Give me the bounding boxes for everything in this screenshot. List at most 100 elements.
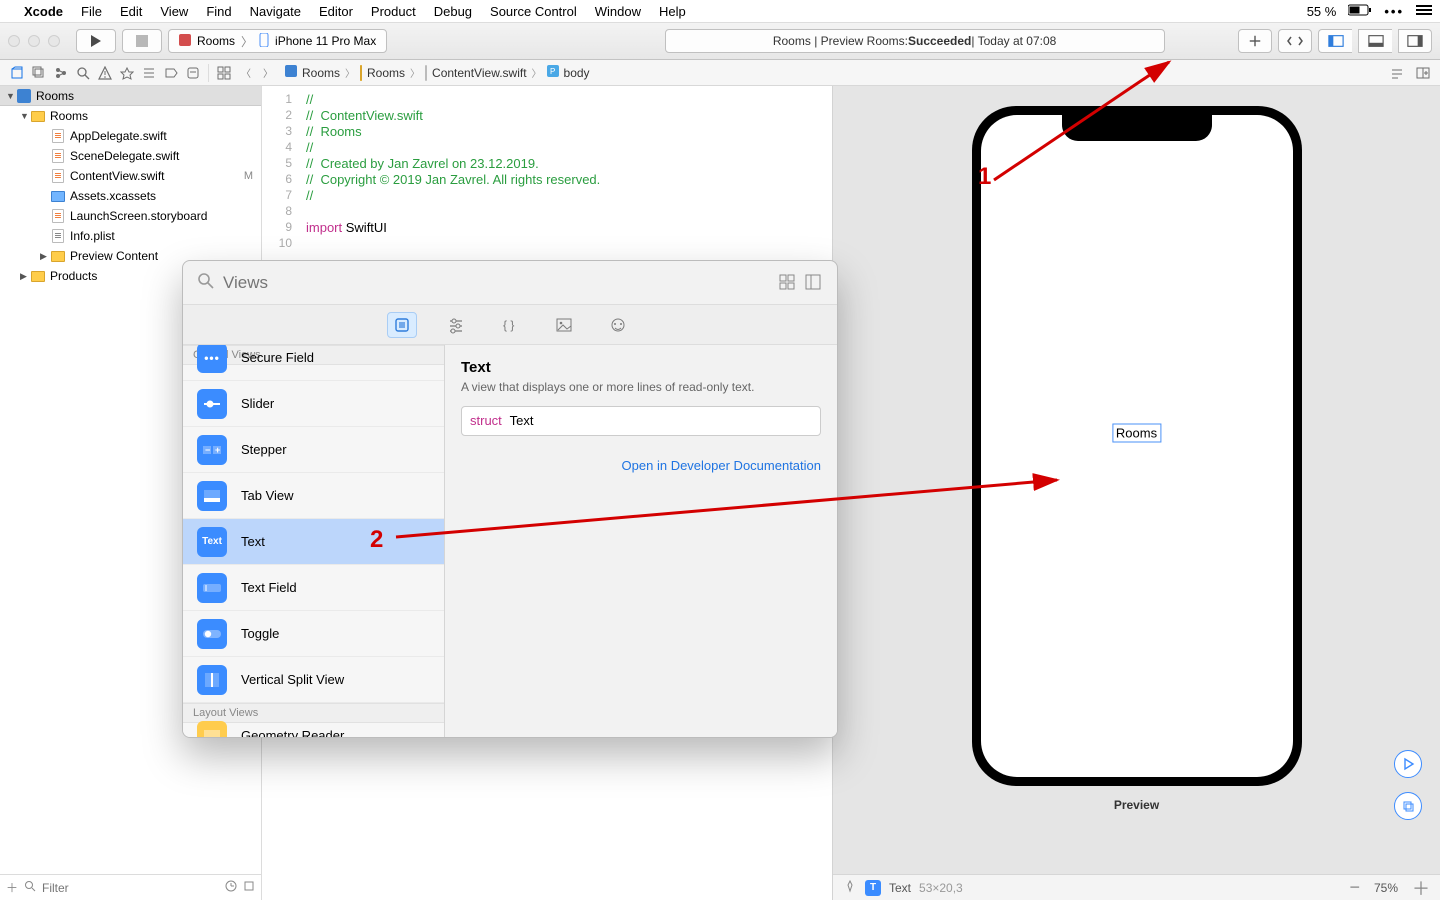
library-item[interactable]: Text Field [183, 565, 444, 611]
zoom-out-button[interactable]: − [1349, 877, 1360, 898]
source-control-navigator-icon[interactable] [28, 62, 50, 84]
add-editor-icon[interactable] [1412, 62, 1434, 84]
toggle-debug-button[interactable] [1358, 29, 1392, 53]
file-icon [30, 268, 46, 284]
pin-preview-icon[interactable] [843, 879, 857, 896]
navigator-row[interactable]: LaunchScreen.storyboard [0, 206, 261, 226]
scheme-device-icon [259, 33, 269, 50]
zoom-in-button[interactable]: ＋ [1412, 875, 1430, 901]
stop-button[interactable] [122, 29, 162, 53]
library-item[interactable]: Vertical Split View [183, 657, 444, 703]
live-preview-button[interactable] [1394, 750, 1422, 778]
breadcrumb[interactable]: Rooms〉 Rooms〉 ContentView.swift〉 P body [285, 65, 590, 80]
menu-file[interactable]: File [81, 4, 102, 19]
library-list[interactable]: Control Views •••Secure FieldSlider−+Ste… [183, 345, 445, 737]
add-file-icon[interactable]: ＋ [6, 879, 18, 896]
navigator-row[interactable]: Info.plist [0, 226, 261, 246]
library-list-mode-icon[interactable] [805, 274, 823, 292]
library-item[interactable]: Slider [183, 381, 444, 427]
library-add-button[interactable] [1238, 29, 1272, 53]
lib-tab-modifiers-icon[interactable] [441, 312, 471, 338]
project-navigator-icon[interactable] [6, 62, 28, 84]
editor-options-icon[interactable] [1386, 62, 1408, 84]
navigator-row[interactable]: ContentView.swiftM [0, 166, 261, 186]
project-root-row[interactable]: ▼ Rooms [0, 86, 261, 106]
bread-0[interactable]: Rooms [302, 66, 340, 80]
issue-navigator-icon[interactable] [94, 62, 116, 84]
lib-tab-media-icon[interactable] [549, 312, 579, 338]
zoom-level: 75% [1374, 881, 1398, 895]
menu-window[interactable]: Window [595, 4, 641, 19]
menu-product[interactable]: Product [371, 4, 416, 19]
find-navigator-icon[interactable] [72, 62, 94, 84]
app-menu[interactable]: Xcode [24, 4, 63, 19]
preview-text-element[interactable]: Rooms [1112, 423, 1161, 442]
menu-extras-icon[interactable]: ••• [1384, 4, 1404, 19]
library-item[interactable]: TextText [183, 519, 444, 565]
menu-navigate[interactable]: Navigate [250, 4, 301, 19]
library-item[interactable]: Toggle [183, 611, 444, 657]
library-item[interactable]: −+Stepper [183, 427, 444, 473]
navigator-row[interactable]: SceneDelegate.swift [0, 146, 261, 166]
menu-find[interactable]: Find [206, 4, 231, 19]
lib-detail-signature: struct Text [461, 406, 821, 436]
lib-detail-doc-link[interactable]: Open in Developer Documentation [461, 458, 821, 473]
menu-editor[interactable]: Editor [319, 4, 353, 19]
test-navigator-icon[interactable] [116, 62, 138, 84]
recent-filter-icon[interactable] [225, 880, 237, 895]
navigator-row[interactable]: ▼Rooms [0, 106, 261, 126]
file-icon [50, 148, 66, 164]
menu-edit[interactable]: Edit [120, 4, 142, 19]
search-icon [197, 272, 215, 293]
library-item[interactable]: Tab View [183, 473, 444, 519]
lib-tab-color-icon[interactable] [603, 312, 633, 338]
menu-source-control[interactable]: Source Control [490, 4, 577, 19]
library-grid-mode-icon[interactable] [779, 274, 797, 292]
library-item-label: Stepper [241, 442, 287, 457]
library-item-label: Text Field [241, 580, 297, 595]
close-dot-icon[interactable] [8, 35, 20, 47]
bread-3[interactable]: body [564, 66, 590, 80]
library-item-icon: ••• [197, 345, 227, 373]
bread-2[interactable]: ContentView.swift [432, 66, 527, 80]
minimize-dot-icon[interactable] [28, 35, 40, 47]
navigator-filter-input[interactable] [42, 881, 219, 895]
navigator-row-label: Assets.xcassets [70, 189, 156, 203]
library-search-input[interactable] [223, 273, 771, 293]
menu-debug[interactable]: Debug [434, 4, 472, 19]
filter-icon[interactable] [24, 880, 36, 895]
preview-canvas[interactable]: Rooms Preview T Text 53×20,3 − 75% ＋ [832, 86, 1440, 900]
scm-filter-icon[interactable] [243, 880, 255, 895]
menu-view[interactable]: View [160, 4, 188, 19]
code-review-button[interactable] [1278, 29, 1312, 53]
debug-navigator-icon[interactable] [138, 62, 160, 84]
window-traffic-lights[interactable] [8, 35, 60, 47]
editor-back-icon[interactable]: 〈 [235, 62, 257, 84]
file-icon [50, 128, 66, 144]
toggle-navigator-button[interactable] [1318, 29, 1352, 53]
lib-tab-views-icon[interactable] [387, 312, 417, 338]
duplicate-preview-button[interactable] [1394, 792, 1422, 820]
breakpoint-navigator-icon[interactable] [160, 62, 182, 84]
zoom-dot-icon[interactable] [48, 35, 60, 47]
editor-grid-icon[interactable] [213, 62, 235, 84]
navigator-row[interactable]: Assets.xcassets [0, 186, 261, 206]
symbol-navigator-icon[interactable] [50, 62, 72, 84]
library-item-label: Slider [241, 396, 274, 411]
report-navigator-icon[interactable] [182, 62, 204, 84]
editor-forward-icon[interactable]: 〉 [257, 62, 279, 84]
bread-folder-icon [360, 66, 362, 80]
library-item-icon [197, 481, 227, 511]
navigator-row[interactable]: AppDelegate.swift [0, 126, 261, 146]
run-button[interactable] [76, 29, 116, 53]
list-icon[interactable] [1416, 4, 1432, 19]
library-item-icon [197, 721, 227, 738]
library-item[interactable]: •••Secure Field [183, 345, 444, 381]
menu-help[interactable]: Help [659, 4, 686, 19]
bread-1[interactable]: Rooms [367, 66, 405, 80]
library-item[interactable]: Geometry Reader [183, 723, 444, 737]
bread-file-icon [425, 66, 427, 80]
scheme-selector[interactable]: Rooms 〉 iPhone 11 Pro Max [168, 29, 387, 53]
lib-tab-snippets-icon[interactable]: { } [495, 312, 525, 338]
toggle-inspector-button[interactable] [1398, 29, 1432, 53]
